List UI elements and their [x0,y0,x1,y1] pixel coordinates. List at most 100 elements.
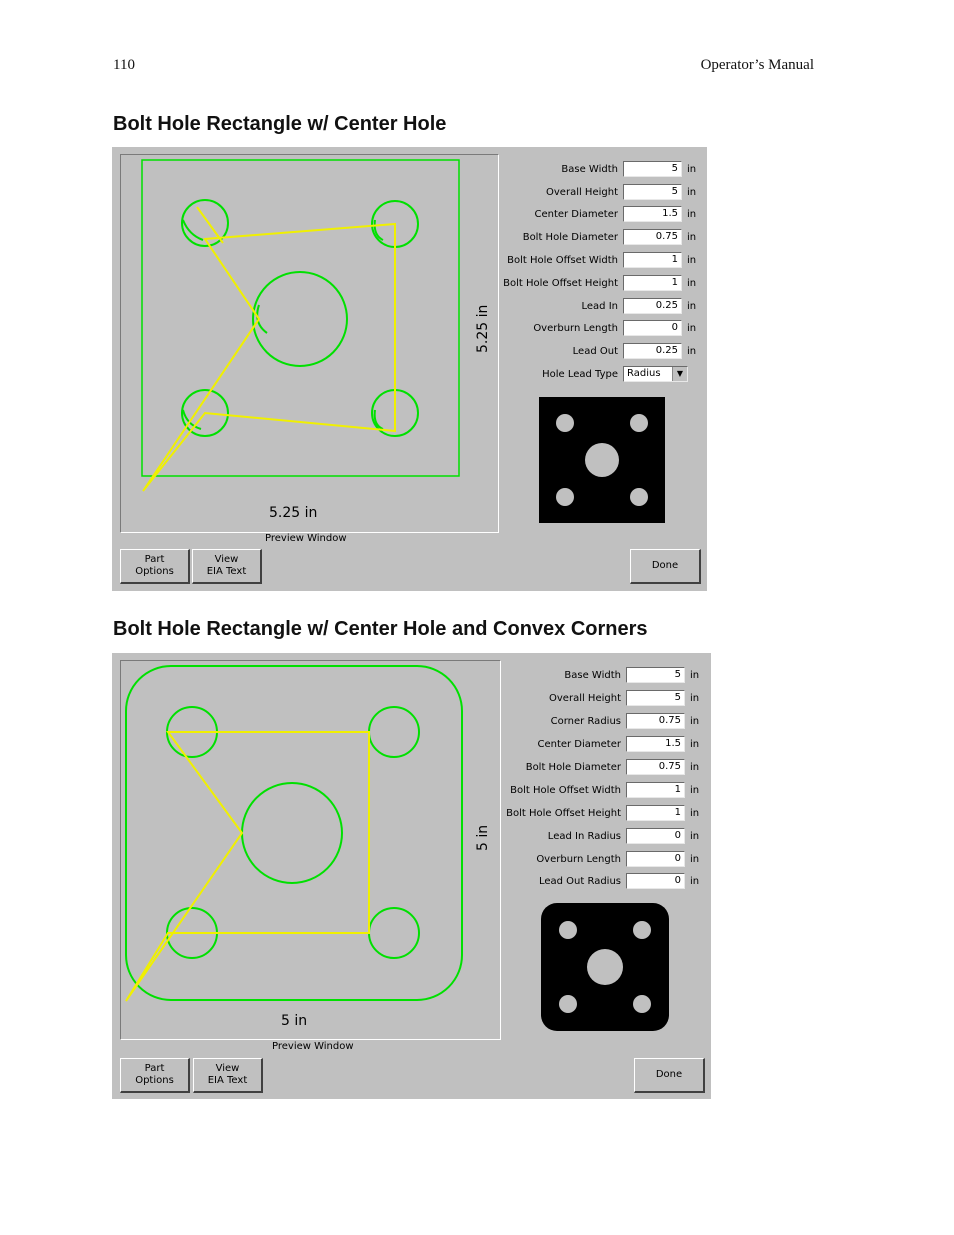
preview-window: 5 in 5 in [120,660,501,1040]
unit-label: in [687,231,697,243]
bolt-hole-offset-height-input[interactable]: 1 [623,275,682,291]
unit-label: in [687,300,697,312]
preview-drawing [141,159,460,492]
unit-label: in [690,807,700,819]
unit-label: in [687,208,697,220]
field-label: Overall Height [549,692,621,704]
field-row: Overburn Length 0 in [489,851,699,867]
field-row: Overall Height 5 in [486,184,696,200]
field-label: Corner Radius [550,715,621,727]
done-button[interactable]: Done [634,1058,705,1093]
field-label: Overburn Length [536,853,621,865]
bolt-hole-offset-height-input[interactable]: 1 [626,805,685,821]
unit-label: in [687,254,697,266]
lead-in-radius-input[interactable]: 0 [626,828,685,844]
bolt-hole-diameter-input[interactable]: 0.75 [623,229,682,245]
unit-label: in [690,692,700,704]
field-row: Bolt Hole Offset Height 1 in [489,805,699,821]
center-hole [252,271,348,367]
unit-label: in [687,277,697,289]
view-eia-text-button[interactable]: View EIA Text [193,1058,263,1093]
bolt-hole-offset-width-input[interactable]: 1 [623,252,682,268]
field-label: Bolt Hole Offset Width [507,254,618,266]
unit-label: in [690,669,700,681]
center-diameter-input[interactable]: 1.5 [623,206,682,222]
overburn-length-input[interactable]: 0 [623,320,682,336]
field-label: Bolt Hole Offset Width [510,784,621,796]
field-row: Center Diameter 1.5 in [486,206,696,222]
bolt-hole-top-right [368,706,420,758]
traverse-path [125,731,370,1002]
unit-label: in [690,715,700,727]
field-row: Base Width 5 in [489,667,699,683]
field-row: Overall Height 5 in [489,690,699,706]
preview-window-label: Preview Window [265,533,347,544]
unit-label: in [690,875,700,887]
unit-label: in [690,830,700,842]
lead-out-input[interactable]: 0.25 [623,343,682,359]
field-label: Lead Out [572,345,618,357]
field-row: Bolt Hole Offset Width 1 in [489,782,699,798]
field-label: Overburn Length [533,322,618,334]
done-button[interactable]: Done [630,549,701,584]
preview-window: 5.25 in 5.25 in [120,154,499,533]
field-row: Lead In 0.25 in [486,298,696,314]
hole-lead-type-select[interactable]: Radius ▼ [623,366,688,382]
preview-drawing [125,665,463,1002]
overall-height-input[interactable]: 5 [623,184,682,200]
field-row: Bolt Hole Offset Width 1 in [486,252,696,268]
field-row: Hole Lead Type Radius ▼ [486,366,688,382]
corner-radius-input[interactable]: 0.75 [626,713,685,729]
unit-label: in [690,738,700,750]
field-label: Lead In Radius [547,830,621,842]
bolt-hole-offset-width-input[interactable]: 1 [626,782,685,798]
unit-label: in [687,322,697,334]
part-options-button[interactable]: Part Options [120,1058,190,1093]
width-dimension-label: 5.25 in [269,505,318,521]
field-row: Overburn Length 0 in [486,320,696,336]
page-number: 110 [113,57,135,73]
select-value: Radius [627,368,661,379]
width-dimension-label: 5 in [281,1013,308,1029]
center-diameter-input[interactable]: 1.5 [626,736,685,752]
overburn-length-input[interactable]: 0 [626,851,685,867]
field-row: Corner Radius 0.75 in [489,713,699,729]
field-row: Base Width 5 in [486,161,696,177]
bolt-hole-diameter-input[interactable]: 0.75 [626,759,685,775]
unit-label: in [690,853,700,865]
part-options-button[interactable]: Part Options [120,549,190,584]
section-title-1: Bolt Hole Rectangle w/ Center Hole [113,113,447,135]
base-width-input[interactable]: 5 [626,667,685,683]
field-label: Bolt Hole Offset Height [503,277,618,289]
field-label: Base Width [564,669,621,681]
field-label: Lead Out Radius [538,875,621,887]
field-row: Lead Out 0.25 in [486,343,696,359]
field-label: Lead In [581,300,619,312]
base-width-input[interactable]: 5 [623,161,682,177]
field-label: Bolt Hole Diameter [522,231,618,243]
unit-label: in [687,163,697,175]
view-eia-text-button[interactable]: View EIA Text [192,549,262,584]
unit-label: in [690,761,700,773]
field-row: Bolt Hole Offset Height 1 in [486,275,696,291]
field-row: Bolt Hole Diameter 0.75 in [489,759,699,775]
field-label: Overall Height [546,186,618,198]
bolt-hole-bottom-right [368,907,420,959]
preview-window-label: Preview Window [272,1041,354,1052]
chevron-down-icon[interactable]: ▼ [672,367,687,381]
section-title-2: Bolt Hole Rectangle w/ Center Hole and C… [113,618,648,640]
dialog-bolt-hole-rectangle: 5.25 in 5.25 in Preview Window Base Widt… [112,147,707,591]
field-row: Center Diameter 1.5 in [489,736,699,752]
lead-out-radius-input[interactable]: 0 [626,873,685,889]
traverse-path [142,222,396,492]
overall-height-input[interactable]: 5 [626,690,685,706]
field-label: Base Width [561,163,618,175]
lead-in-input[interactable]: 0.25 [623,298,682,314]
field-row: Lead Out Radius 0 in [489,873,699,889]
part-thumbnail [539,397,665,523]
field-label: Hole Lead Type [542,368,618,380]
manual-title: Operator’s Manual [700,57,814,73]
unit-label: in [687,186,697,198]
unit-label: in [687,345,697,357]
field-row: Bolt Hole Diameter 0.75 in [486,229,696,245]
